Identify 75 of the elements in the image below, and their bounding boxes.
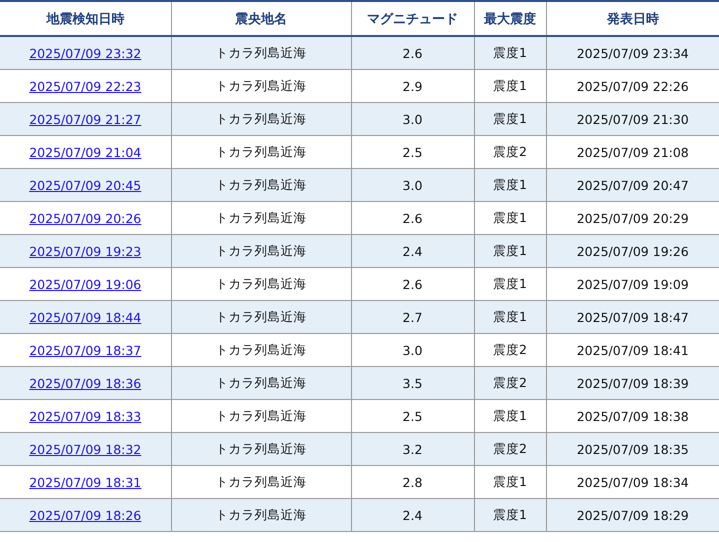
detection-time-link[interactable]: 2025/07/09 18:44 [29, 310, 142, 324]
intensity-text: 震度1 [493, 308, 527, 324]
magnitude-text: 2.8 [402, 474, 422, 490]
magnitude-text: 2.5 [402, 408, 422, 424]
epicenter-text: トカラ列島近海 [216, 242, 306, 258]
magnitude-text: 2.5 [402, 144, 422, 160]
magnitude-text: 2.6 [402, 46, 422, 60]
magnitude-text: 3.0 [402, 342, 422, 358]
epicenter-text: トカラ列島近海 [216, 308, 306, 324]
intensity-text: 震度2 [493, 374, 527, 390]
detection-time-link[interactable]: 2025/07/09 21:27 [29, 112, 142, 126]
intensity-text: 震度1 [493, 506, 527, 522]
announcement-time-text: 2025/07/09 18:39 [576, 376, 689, 390]
announcement-time-text: 2025/07/09 19:09 [576, 276, 689, 292]
intensity-text: 震度1 [493, 474, 527, 488]
detection-time-link[interactable]: 2025/07/09 19:23 [29, 244, 142, 258]
intensity-text: 震度2 [493, 144, 527, 158]
intensity-text: 震度1 [493, 176, 527, 192]
detection-time-link[interactable]: 2025/07/09 21:04 [29, 144, 142, 160]
intensity-text: 震度2 [493, 342, 527, 356]
announcement-time-text: 2025/07/09 21:30 [576, 112, 689, 126]
announcement-time-text: 2025/07/09 20:29 [576, 210, 689, 226]
intensity-text: 震度1 [493, 78, 527, 92]
magnitude-text: 2.7 [402, 310, 422, 324]
magnitude-text: 2.4 [402, 244, 422, 258]
announcement-time-text: 2025/07/09 23:34 [576, 46, 689, 60]
epicenter-text: トカラ列島近海 [216, 144, 306, 158]
magnitude-text: 3.0 [402, 112, 422, 126]
announcement-time-text: 2025/07/09 20:47 [576, 178, 689, 192]
magnitude-text: 2.9 [402, 78, 422, 94]
epicenter-text: トカラ列島近海 [216, 176, 306, 192]
detection-time-link[interactable]: 2025/07/09 23:32 [29, 46, 142, 60]
magnitude-text: 3.2 [402, 442, 422, 456]
epicenter-text: トカラ列島近海 [216, 110, 306, 126]
epicenter-text: トカラ列島近海 [216, 276, 306, 290]
epicenter-text: トカラ列島近海 [216, 506, 306, 522]
intensity-text: 震度1 [493, 276, 527, 290]
announcement-time-text: 2025/07/09 21:08 [576, 144, 689, 160]
announcement-time-text: 2025/07/09 18:29 [576, 508, 689, 522]
announcement-time-text: 2025/07/09 18:35 [576, 442, 689, 456]
intensity-text: 震度2 [493, 440, 527, 456]
announcement-time-text: 2025/07/09 18:34 [576, 474, 689, 490]
detection-time-link[interactable]: 2025/07/09 18:33 [29, 408, 142, 424]
magnitude-text: 2.4 [402, 508, 422, 522]
epicenter-text: トカラ列島近海 [216, 78, 306, 92]
announcement-time-text: 2025/07/09 22:26 [576, 78, 689, 94]
intensity-text: 震度1 [493, 44, 527, 60]
announcement-time-text: 2025/07/09 18:47 [576, 310, 689, 324]
intensity-text: 震度1 [493, 110, 527, 126]
detection-time-link[interactable]: 2025/07/09 18:26 [29, 508, 142, 522]
detection-time-link[interactable]: 2025/07/09 18:37 [29, 342, 142, 358]
detection-time-link[interactable]: 2025/07/09 18:36 [29, 376, 142, 390]
detection-time-link[interactable]: 2025/07/09 20:45 [29, 178, 142, 192]
epicenter-text: トカラ列島近海 [216, 408, 306, 422]
epicenter-text: トカラ列島近海 [216, 474, 306, 488]
magnitude-text: 3.0 [402, 178, 422, 192]
announcement-time-text: 2025/07/09 19:26 [576, 244, 689, 258]
magnitude-text: 2.6 [402, 210, 422, 226]
epicenter-text: トカラ列島近海 [216, 374, 306, 390]
epicenter-text: トカラ列島近海 [216, 210, 306, 224]
intensity-text: 震度1 [493, 210, 527, 224]
intensity-text: 震度1 [493, 408, 527, 422]
magnitude-text: 3.5 [402, 376, 422, 390]
detection-time-link[interactable]: 2025/07/09 18:31 [29, 474, 142, 490]
epicenter-text: トカラ列島近海 [216, 44, 306, 60]
detection-time-link[interactable]: 2025/07/09 20:26 [29, 210, 142, 226]
magnitude-text: 2.6 [402, 276, 422, 292]
announcement-time-text: 2025/07/09 18:38 [576, 408, 689, 424]
intensity-text: 震度1 [493, 242, 527, 258]
detection-time-link[interactable]: 2025/07/09 18:32 [29, 442, 142, 456]
detection-time-link[interactable]: 2025/07/09 22:23 [29, 78, 142, 94]
detection-time-link[interactable]: 2025/07/09 19:06 [29, 276, 142, 292]
announcement-time-text: 2025/07/09 18:41 [576, 342, 689, 358]
epicenter-text: トカラ列島近海 [216, 440, 306, 456]
epicenter-text: トカラ列島近海 [216, 342, 306, 356]
